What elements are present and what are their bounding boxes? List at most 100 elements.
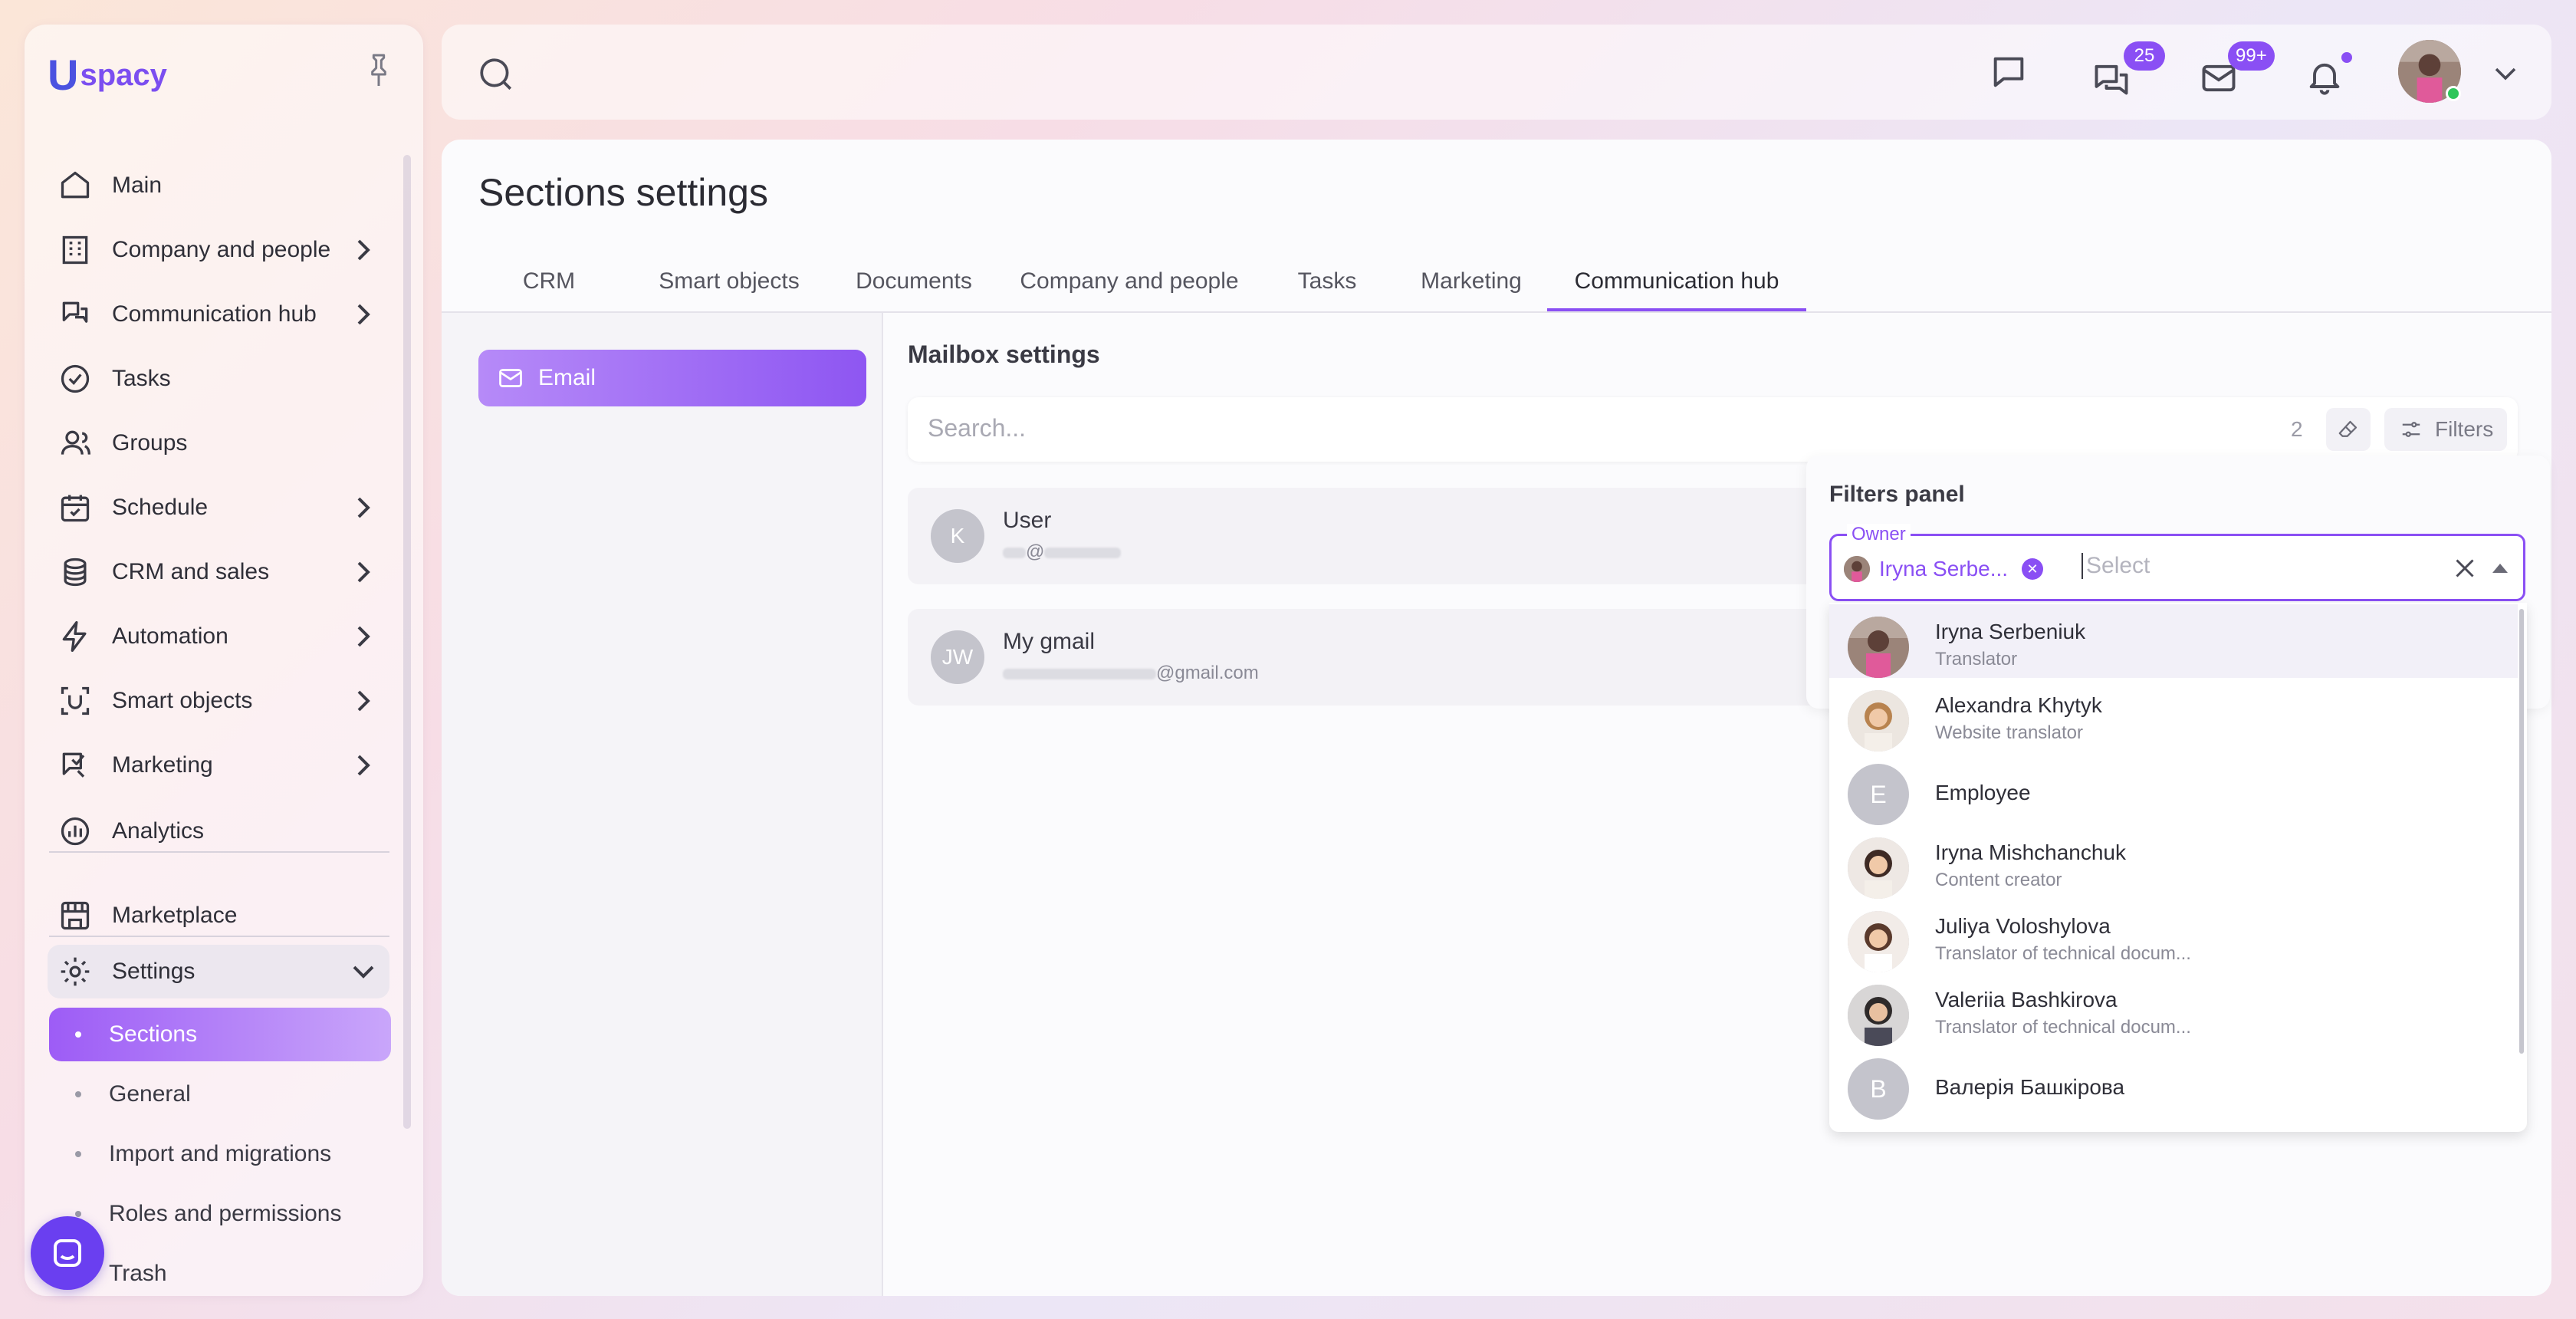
chevron-right-icon [357, 304, 370, 325]
nav-marketing[interactable]: Marketing [57, 738, 379, 793]
message-icon[interactable] [1989, 52, 2029, 92]
avatar [1848, 985, 1909, 1046]
email-menu-item[interactable]: Email [478, 350, 866, 406]
filters-label: Filters [2435, 417, 2494, 441]
mailbox-address: @ [1003, 541, 1122, 563]
sub-item-label: General [109, 1081, 191, 1107]
nav-smart-objects[interactable]: Smart objects [57, 673, 379, 729]
nav-schedule[interactable]: Schedule [57, 480, 379, 535]
logo-text: spacy [80, 58, 167, 92]
nav-settings[interactable]: Settings [57, 944, 379, 999]
chevron-right-icon [357, 690, 370, 712]
chevron-down-icon[interactable] [2495, 66, 2516, 81]
owner-select[interactable]: Owner Iryna Serbe... ✕ Select [1829, 524, 2525, 601]
nav-tasks[interactable]: Tasks [57, 351, 379, 406]
search-bar: Search... 2 Filters [908, 397, 2518, 462]
pin-icon[interactable] [363, 52, 394, 89]
logo[interactable]: U spacy [48, 54, 167, 97]
tab-documents[interactable]: Documents [833, 262, 995, 311]
owner-label: Owner [1847, 524, 1911, 545]
sidebar-scrollbar[interactable] [403, 155, 411, 1129]
owner-option[interactable]: Iryna Mishchanchuk Content creator [1829, 825, 2518, 899]
sub-item-import[interactable]: Import and migrations [49, 1127, 391, 1181]
avatar [1848, 837, 1909, 899]
tab-marketing[interactable]: Marketing [1400, 262, 1543, 311]
section-tabs: CRM Smart objects Documents Company and … [442, 262, 2551, 313]
filters-panel-title: Filters panel [1829, 482, 1965, 507]
nav-label: Automation [112, 623, 228, 649]
lightning-icon [57, 618, 94, 655]
owner-option[interactable]: E Employee [1829, 752, 2518, 825]
option-role: Translator of technical docum... [1935, 1017, 2191, 1038]
nav-automation[interactable]: Automation [57, 609, 379, 664]
sub-item-sections[interactable]: Sections [49, 1008, 391, 1061]
nav-communication-hub[interactable]: Communication hub [57, 287, 379, 342]
sub-item-general[interactable]: General [49, 1067, 391, 1121]
owner-option[interactable]: В Валерія Башкірова [1829, 1046, 2518, 1120]
building-icon [57, 232, 94, 268]
mailbox-row[interactable]: JW My gmail @gmail.com [908, 609, 1828, 706]
caret-up-icon[interactable] [2492, 564, 2508, 573]
sidebar: U spacy Main Company and people Communic… [25, 25, 423, 1296]
remove-chip-icon[interactable]: ✕ [2022, 558, 2044, 580]
search-input[interactable]: Search... [928, 414, 1026, 442]
tab-smart-objects[interactable]: Smart objects [626, 262, 833, 311]
option-role: Content creator [1935, 870, 2062, 890]
nav-company-and-people[interactable]: Company and people [57, 222, 379, 278]
chevron-right-icon [357, 239, 370, 261]
option-name: Alexandra Khytyk [1935, 693, 2102, 717]
option-role: Translator of technical docum... [1935, 943, 2191, 964]
tab-tasks[interactable]: Tasks [1262, 262, 1392, 311]
nav-label: Main [112, 173, 163, 198]
sub-item-roles[interactable]: Roles and permissions [49, 1187, 391, 1241]
avatar [1848, 690, 1909, 752]
tab-communication-hub[interactable]: Communication hub [1547, 262, 1806, 311]
avatar [1848, 911, 1909, 972]
smart-object-icon [57, 683, 94, 719]
eraser-icon [2338, 420, 2358, 437]
mail-badge: 99+ [2228, 41, 2275, 71]
chevron-right-icon [357, 626, 370, 647]
gear-icon [57, 953, 94, 990]
notification-dot [2341, 52, 2352, 63]
search-icon[interactable] [477, 55, 515, 94]
mailbox-address: @gmail.com [1003, 663, 1259, 684]
owner-search-input[interactable]: Select [2082, 553, 2150, 579]
tab-company-and-people[interactable]: Company and people [995, 262, 1263, 311]
sub-item-label: Sections [109, 1021, 198, 1047]
owner-option[interactable]: Juliya Voloshylova Translator of technic… [1829, 899, 2518, 972]
settings-left-menu: Email [442, 313, 883, 1296]
coins-icon [57, 554, 94, 590]
chats-icon[interactable] [2091, 58, 2131, 98]
avatar [1848, 617, 1909, 678]
avatar: В [1848, 1058, 1909, 1120]
nav-crm-and-sales[interactable]: CRM and sales [57, 544, 379, 600]
bell-icon[interactable] [2305, 57, 2344, 97]
support-chat-button[interactable] [31, 1216, 104, 1290]
owner-option[interactable]: Iryna Serbeniuk Translator [1829, 604, 2518, 678]
nav-label: Tasks [112, 366, 171, 391]
clear-search-button[interactable] [2326, 408, 2371, 451]
nav-groups[interactable]: Groups [57, 416, 379, 471]
chevron-right-icon [357, 755, 370, 776]
filter-sliders-icon [2402, 422, 2420, 437]
owner-option[interactable]: Valeriia Bashkirova Translator of techni… [1829, 972, 2518, 1046]
filters-button[interactable]: Filters [2384, 408, 2507, 451]
mailbox-row[interactable]: K User @ [908, 488, 1828, 584]
online-indicator [2446, 86, 2461, 101]
nav-label: Company and people [112, 237, 331, 262]
nav-main[interactable]: Main [57, 158, 379, 213]
option-name: Valeriia Bashkirova [1935, 988, 2118, 1011]
dropdown-scrollbar[interactable] [2519, 609, 2524, 1054]
nav-label: Analytics [112, 818, 205, 844]
chats-badge: 25 [2124, 41, 2165, 71]
clear-icon[interactable] [2451, 554, 2479, 582]
sub-item-label: Import and migrations [109, 1141, 332, 1166]
option-name: Iryna Serbeniuk [1935, 620, 2086, 643]
owner-option[interactable]: Alexandra Khytyk Website translator [1829, 678, 2518, 752]
tab-crm[interactable]: CRM [495, 262, 603, 311]
chat-icon [54, 1239, 81, 1267]
mailbox-name: User [1003, 508, 1052, 533]
mailbox-settings-title: Mailbox settings [908, 340, 1100, 368]
home-icon [57, 167, 94, 204]
